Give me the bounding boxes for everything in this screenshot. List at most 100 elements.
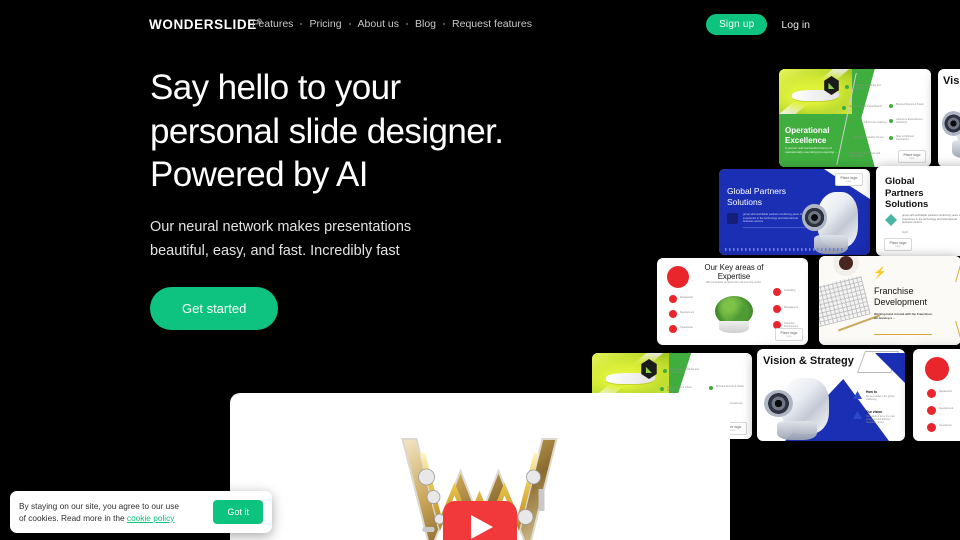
cookie-accept-button[interactable]: Got it: [213, 500, 263, 524]
lightning-bolt-icon: ⚡: [873, 267, 887, 279]
gold-rule: [874, 334, 932, 335]
slide-thumbnail-vision-strategy[interactable]: Vision & Strategy How to Be successful i…: [757, 349, 905, 441]
nav-link-pricing[interactable]: Pricing: [302, 18, 348, 30]
nav-link-blog[interactable]: Blog: [408, 18, 443, 30]
expertise-dot: [773, 288, 781, 296]
slide-title: Global Partners Solutions: [885, 176, 928, 211]
dotted-rule: [725, 248, 845, 251]
expertise-label: Management: [784, 306, 798, 309]
flow-label: Branded Resorts & Hotels: [896, 103, 924, 106]
cookie-policy-link[interactable]: cookie policy: [127, 513, 175, 523]
slide-title: Visi: [943, 75, 960, 87]
flow-dot: [663, 369, 667, 373]
slide-thumbnail-key-areas-expertise[interactable]: Our Key areas of Expertise 100 successfu…: [657, 258, 808, 345]
slide-body: Working hand in hand with the Franchisor…: [874, 312, 933, 320]
expertise-dot: [773, 305, 781, 313]
sneaker-photo: [592, 353, 669, 396]
cookie-text-line-2: of cookies. Read more in the: [19, 513, 127, 523]
flow-label: Boutique Hospitality Venues: [854, 136, 884, 139]
landing-page: WONDERSLIDE® Features Pricing About us B…: [0, 0, 960, 540]
expertise-label: Development: [680, 311, 695, 314]
bullet-body: Our vision is to be the most respected a…: [866, 415, 895, 425]
robot-image: [800, 187, 862, 255]
diamond-icon: [885, 214, 897, 226]
slide-thumbnail-vision-clipped[interactable]: Visi: [938, 69, 960, 167]
slide-title: Our Key areas of Expertise: [687, 263, 781, 281]
flow-dot: [842, 106, 846, 110]
flow-dot: [845, 85, 849, 89]
slide-title-line-2: Development: [874, 297, 928, 307]
slide-thumbnail-operational-excellence[interactable]: Operational Excellence A proven and succ…: [779, 69, 931, 167]
logo-placeholder: Place logo here: [775, 328, 803, 341]
logo-placeholder-sub: here: [730, 429, 736, 432]
slide-thumbnail-global-partners-white[interactable]: Global Partners Solutions group with wor…: [876, 166, 960, 256]
robot-image: [761, 373, 833, 441]
expertise-dot: [669, 325, 677, 333]
top-navigation-bar: WONDERSLIDE® Features Pricing About us B…: [0, 0, 960, 48]
get-started-button[interactable]: Get started: [150, 286, 279, 330]
flow-dot: [842, 153, 846, 157]
nav-link-request-features[interactable]: Request features: [445, 18, 539, 30]
slide-body: group with worldwide partners combining …: [902, 214, 960, 225]
slide-body: group with worldwide partners combining …: [743, 213, 807, 228]
video-player-panel[interactable]: [230, 393, 730, 540]
expertise-dot: [927, 423, 936, 432]
expertise-dot: [669, 295, 677, 303]
headline-line-2: personal slide designer.: [150, 111, 504, 151]
hero-headline: Say hello to your personal slide designe…: [150, 66, 580, 197]
expertise-label: Consulting: [784, 289, 796, 292]
flow-label: Created Casual Dining and Fine Dining: [852, 84, 881, 91]
flow-dot: [660, 387, 664, 391]
slide-thumbnail-franchise-development[interactable]: ⚡ Franchise Development Working hand in …: [819, 256, 960, 345]
slide-title-line-3: Solutions: [885, 199, 929, 210]
flow-label: Dark Kitchens & Virtual Brands: [667, 386, 692, 393]
plant-pot: [719, 321, 749, 333]
expertise-badge-icon: [667, 266, 689, 288]
hero-section: Say hello to your personal slide designe…: [150, 66, 580, 330]
flow-dot: [889, 136, 893, 140]
flow-dot: [709, 386, 713, 390]
icon-badge: [727, 213, 738, 224]
slide-title-line-2: Solutions: [727, 197, 762, 207]
nav-links: Features Pricing About us Blog Request f…: [245, 18, 539, 30]
slide-title-line-1: Operational: [785, 126, 830, 135]
expertise-dot: [927, 389, 936, 398]
sneaker-photo: [779, 69, 852, 115]
flow-dot: [857, 121, 861, 125]
flow-label: Dark Kitchens & Virtual Brands: [849, 105, 882, 108]
flow-label: Beach Clubs, Pool Clubs and Rooftop Bars: [849, 152, 881, 159]
slide-title: Franchise Development: [874, 286, 927, 308]
play-button[interactable]: [443, 501, 517, 540]
expertise-label: Restaurants: [680, 296, 693, 299]
bullet-heading: How to: [866, 390, 877, 394]
subheadline-line-1: Our neural network makes presentations: [150, 218, 412, 235]
hero-subheadline: Our neural network makes presentations b…: [150, 215, 580, 263]
bullet-body: Be successful in the global marketing: [866, 395, 895, 402]
logo-placeholder: Place logo here: [835, 173, 863, 186]
slide-title: Global Partners Solutions: [727, 186, 786, 208]
slide-body: 100 successful projects from all over th…: [705, 281, 761, 284]
logo-placeholder-sub: here: [786, 335, 792, 338]
flow-dot: [889, 119, 893, 123]
logo-placeholder-sub: here: [846, 180, 852, 183]
slide-title-line-1: Global Partners: [727, 186, 787, 196]
flow-dot: [847, 137, 851, 141]
slide-body: A proven and successful history of opera…: [785, 146, 838, 154]
expertise-label: Development: [939, 407, 954, 410]
expertise-badge-icon: [925, 357, 949, 381]
nav-link-about-us[interactable]: About us: [351, 18, 406, 30]
cookie-message: By staying on our site, you agree to our…: [19, 500, 207, 524]
subheadline-line-2: beautiful, easy, and fast. Incredibly fa…: [150, 242, 400, 259]
headline-line-3: Powered by AI: [150, 155, 368, 194]
log-in-link[interactable]: Log in: [781, 19, 810, 31]
cookie-text-line-1: By staying on our site, you agree to our…: [19, 501, 180, 511]
sign-up-button[interactable]: Sign up: [706, 14, 768, 35]
expertise-label: Restaurants: [939, 390, 952, 393]
nav-link-features[interactable]: Features: [245, 18, 300, 30]
expertise-dot: [927, 406, 936, 415]
slide-thumbnail-global-partners-blue[interactable]: Global Partners Solutions group with wor…: [719, 169, 870, 255]
bullet-heading: Our vision: [866, 410, 883, 414]
slide-title: Vision & Strategy: [763, 355, 854, 367]
slide-title-line-2: Expertise: [717, 272, 751, 281]
slide-thumbnail-key-areas-clipped[interactable]: Restaurants Development Operational: [913, 349, 960, 441]
